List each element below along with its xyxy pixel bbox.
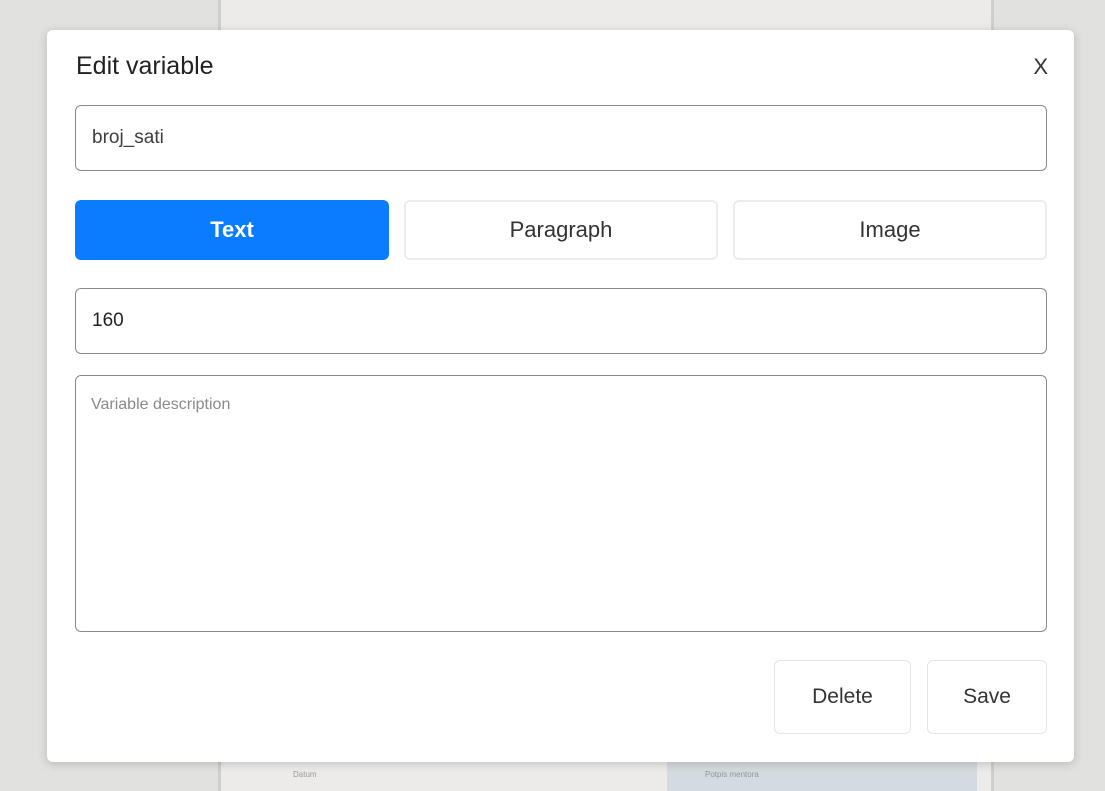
type-image-button[interactable]: Image xyxy=(733,200,1047,260)
variable-description-textarea[interactable] xyxy=(75,375,1047,632)
dialog-title: Edit variable xyxy=(76,52,214,80)
edit-variable-dialog: Edit variable X Text Paragraph Image Del… xyxy=(47,30,1074,762)
delete-button[interactable]: Delete xyxy=(774,660,911,734)
background-signature-cell: Potpis mentora xyxy=(667,760,977,791)
variable-type-toggle: Text Paragraph Image xyxy=(75,200,1047,260)
close-button[interactable]: X xyxy=(1033,54,1048,80)
variable-name-input[interactable] xyxy=(75,105,1047,171)
type-text-button[interactable]: Text xyxy=(75,200,389,260)
save-button[interactable]: Save xyxy=(927,660,1047,734)
type-paragraph-button[interactable]: Paragraph xyxy=(404,200,718,260)
background-date-cell: Datum xyxy=(293,770,317,779)
variable-value-input[interactable] xyxy=(75,288,1047,354)
